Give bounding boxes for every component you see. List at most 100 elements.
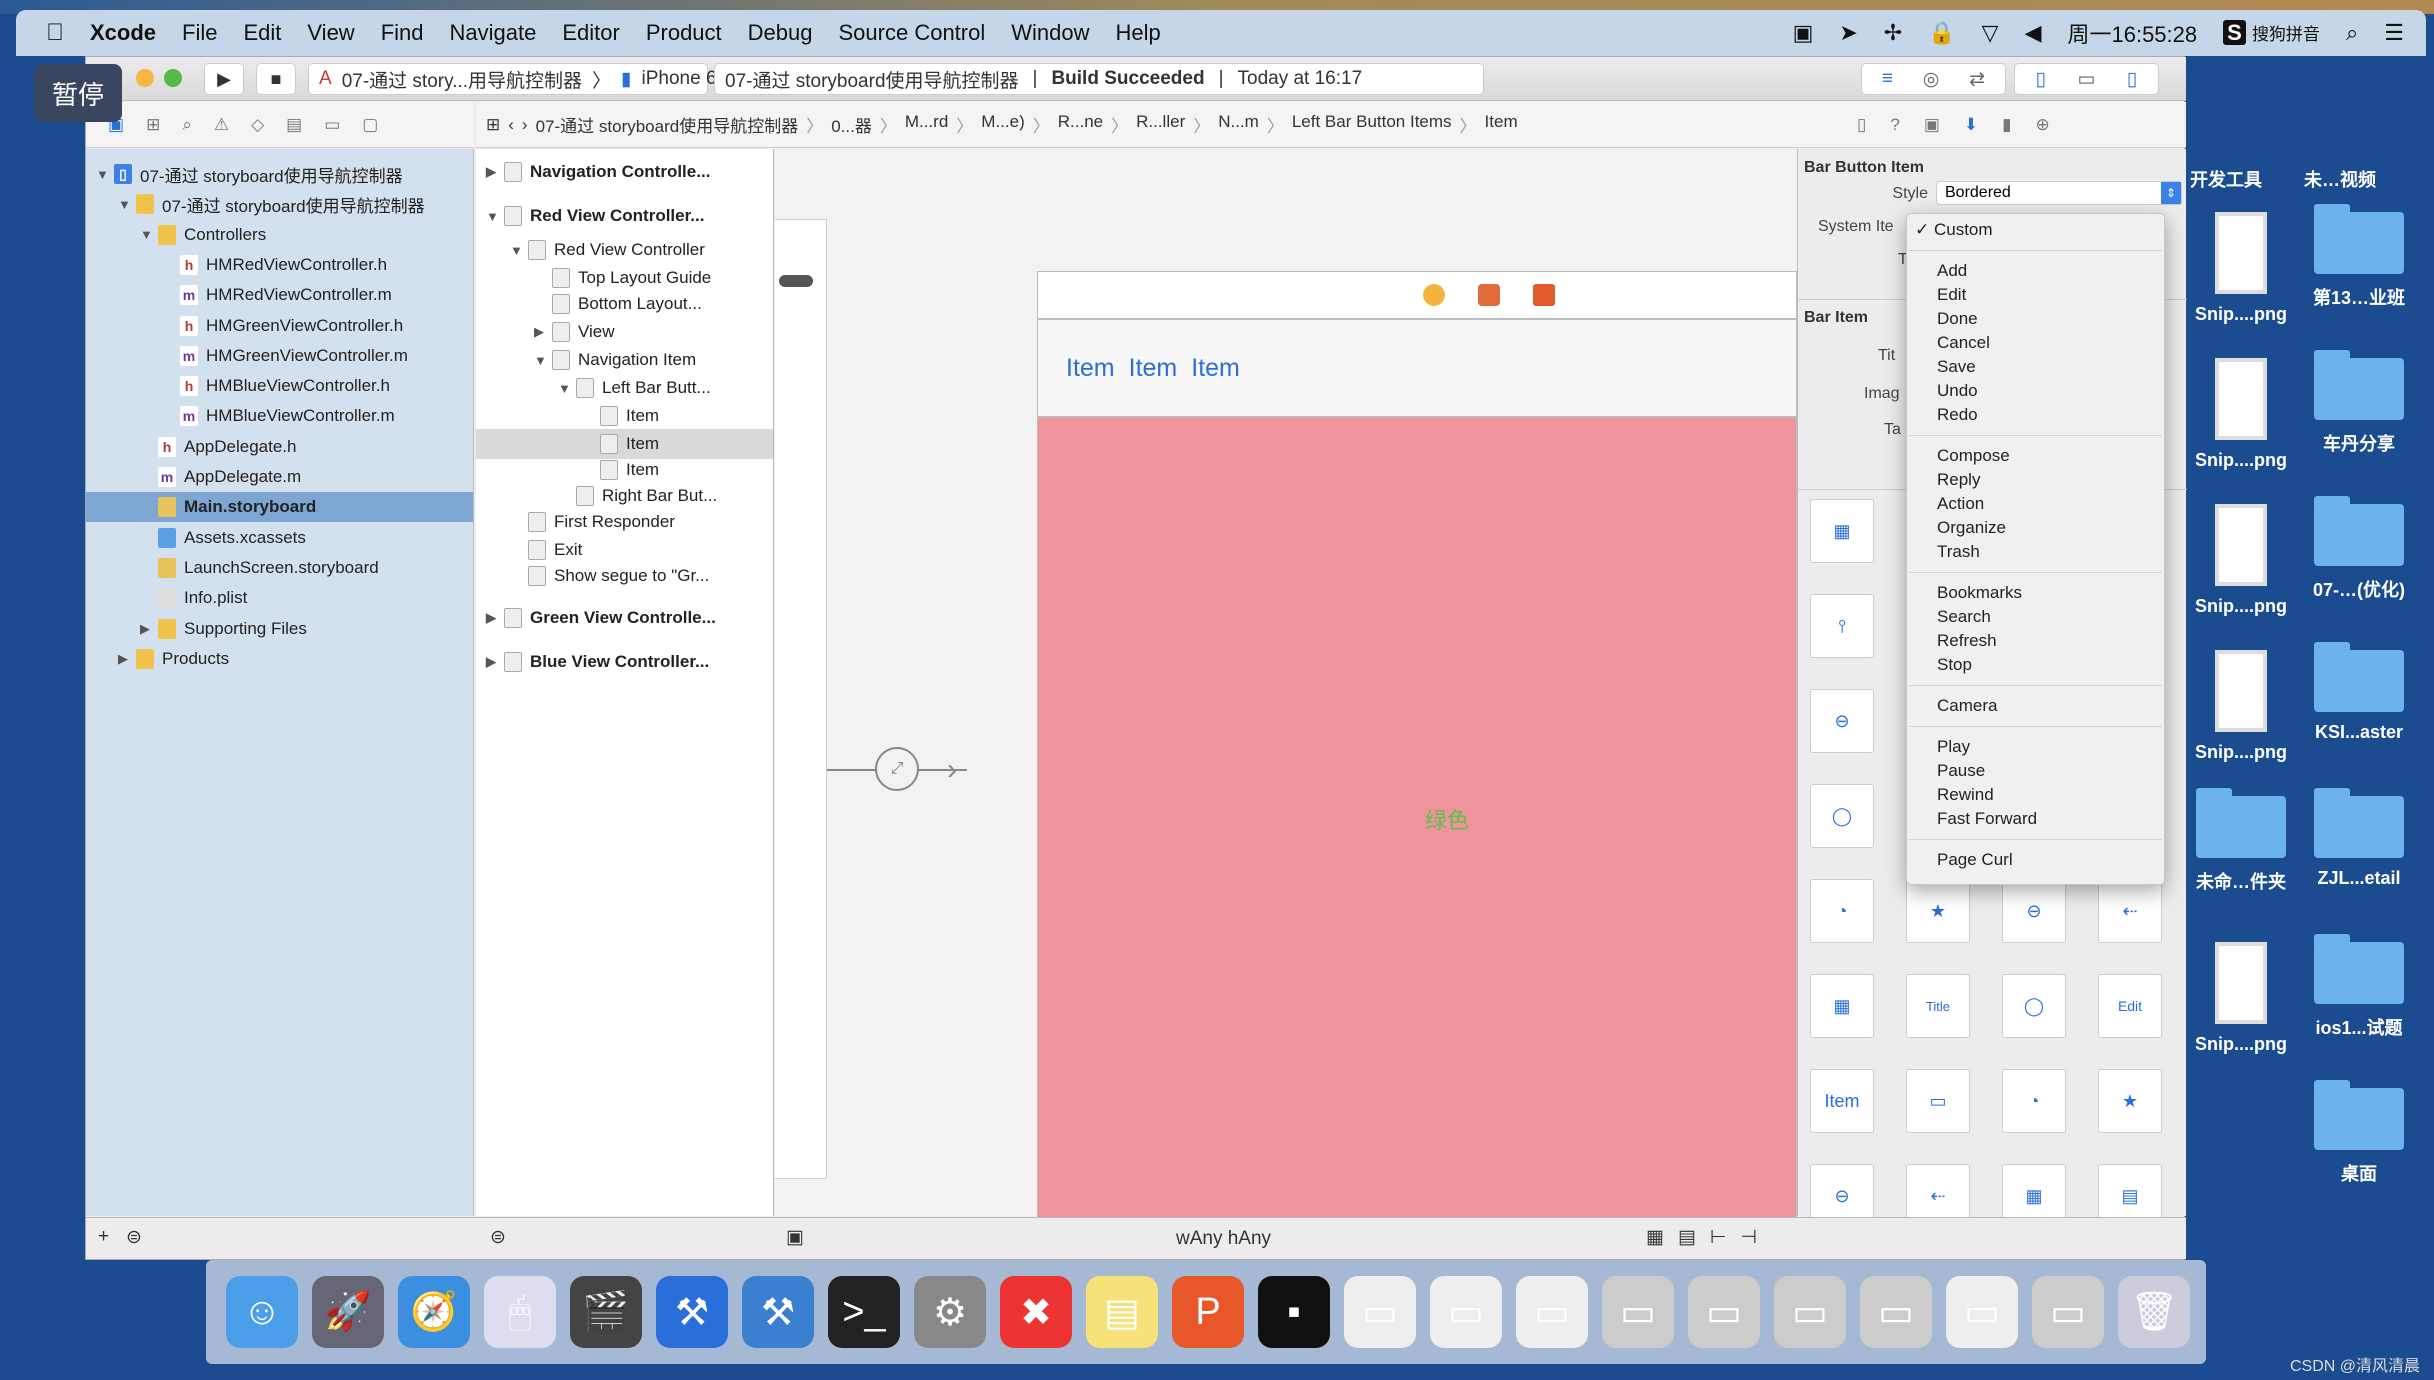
disclosure-open-icon[interactable]: ▼ (486, 209, 504, 224)
navigator-item[interactable]: m HMGreenViewController.m (86, 341, 473, 371)
menu-item-search[interactable]: Search (1907, 605, 2164, 629)
outline-item[interactable]: ▶ View (476, 317, 773, 347)
menu-item-play[interactable]: Play (1907, 735, 2164, 759)
doc4-dock-icon[interactable]: ▭ (1946, 1276, 2018, 1348)
menu-item-organize[interactable]: Organize (1907, 516, 2164, 540)
symbol-navigator-icon[interactable]: ⊞ (146, 115, 160, 135)
menu-item-pause[interactable]: Pause (1907, 759, 2164, 783)
wifi-icon[interactable]: ▽ (1982, 20, 1999, 46)
connections-inspector-icon[interactable]: ⊕ (2036, 115, 2050, 135)
toggle-utilities-icon[interactable]: ▯ (2127, 68, 2137, 91)
jump-bar-item[interactable]: 0...器 (831, 112, 872, 137)
camera-icon[interactable]: ▣ (1793, 20, 1814, 46)
doc3-dock-icon[interactable]: ▭ (1516, 1276, 1588, 1348)
add-file-button[interactable]: + (98, 1226, 109, 1248)
desktop-tag-label[interactable]: 未…视频 (2304, 166, 2376, 192)
trash-dock-icon[interactable]: 🗑 (2118, 1276, 2190, 1348)
bar-button-item[interactable]: Item (1191, 354, 1240, 383)
size-class-control[interactable]: wAny hAny (1176, 1228, 1271, 1250)
ime-indicator[interactable]: S 搜狗拼音 (2223, 20, 2320, 46)
outline-filter-icon[interactable]: ⊜ (490, 1226, 506, 1249)
xmind-dock-icon[interactable]: ✖ (1000, 1276, 1072, 1348)
outline-item[interactable]: ▼ Red View Controller... (476, 201, 773, 231)
menu-debug[interactable]: Debug (748, 20, 813, 46)
menu-item-undo[interactable]: Undo (1907, 379, 2164, 403)
menu-item-done[interactable]: Done (1907, 307, 2164, 331)
disclosure-closed-icon[interactable]: ▶ (534, 324, 552, 340)
disclosure-closed-icon[interactable]: ▶ (486, 164, 504, 180)
doc2-dock-icon[interactable]: ▭ (1430, 1276, 1502, 1348)
desktop-icon[interactable]: 车丹分享 (2304, 350, 2414, 456)
file-inspector-icon[interactable]: ▯ (1857, 115, 1866, 135)
jump-bar-item[interactable]: 07-通过 storyboard使用导航控制器 (536, 112, 799, 137)
disclosure-open-icon[interactable]: ▼ (140, 227, 158, 242)
desktop-icon[interactable]: 未命…件夹 (2186, 788, 2296, 894)
desktop-icon[interactable]: Snip....png (2186, 504, 2296, 617)
navigator-item[interactable]: ▶ Supporting Files (86, 614, 473, 644)
help-inspector-icon[interactable]: ? (1890, 115, 1899, 135)
navigator-item[interactable]: Info.plist (86, 583, 473, 613)
autolayout-controls[interactable]: ▦▤⊢⊣ (1646, 1226, 1771, 1249)
toggle-navigator-icon[interactable]: ▯ (2036, 68, 2046, 91)
menu-app[interactable]: Xcode (90, 20, 156, 46)
zoom-button[interactable] (164, 69, 182, 87)
disclosure-open-icon[interactable]: ▼ (510, 243, 528, 258)
navigator-item[interactable]: ▼ ▯ 07-通过 storyboard使用导航控制器 (86, 159, 473, 189)
clock[interactable]: 周一16:55:28 (2067, 17, 2197, 49)
menu-item-page-curl[interactable]: Page Curl (1907, 848, 2164, 872)
assistant-editor-icon[interactable]: ◎ (1923, 68, 1940, 91)
outline-item[interactable]: ▼ Left Bar Butt... (476, 373, 773, 403)
jump-bar-item[interactable]: Item (1485, 112, 1518, 137)
screen4-dock-icon[interactable]: ▭ (1860, 1276, 1932, 1348)
navigator-item[interactable]: Main.storyboard (86, 492, 473, 523)
menu-edit[interactable]: Edit (243, 20, 281, 46)
menu-editor[interactable]: Editor (562, 20, 619, 46)
menu-find[interactable]: Find (381, 20, 424, 46)
forward-button[interactable]: › (522, 115, 528, 135)
library-object[interactable]: ⇠ (2098, 879, 2162, 943)
toggle-outline-icon[interactable]: ▣ (786, 1226, 804, 1249)
first-responder-icon[interactable] (1478, 284, 1500, 306)
bar-button-item[interactable]: Item (1129, 354, 1178, 383)
menu-item-refresh[interactable]: Refresh (1907, 629, 2164, 653)
attributes-inspector-icon[interactable]: ⬇ (1964, 115, 1978, 135)
menu-item-save[interactable]: Save (1907, 355, 2164, 379)
library-object[interactable]: ★ (2098, 1069, 2162, 1133)
desktop-icon[interactable]: ZJL...etail (2304, 788, 2414, 889)
menu-product[interactable]: Product (646, 20, 722, 46)
navigator-item[interactable]: ▶ Products (86, 644, 473, 674)
mouse-dock-icon[interactable]: 🖱 (484, 1276, 556, 1348)
desktop-icon[interactable]: Snip....png (2186, 358, 2296, 471)
library-object[interactable]: ▦ (1810, 499, 1874, 563)
library-object[interactable]: Item (1810, 1069, 1874, 1133)
disclosure-open-icon[interactable]: ▼ (558, 381, 576, 396)
identity-inspector-icon[interactable]: ▣ (1924, 115, 1940, 135)
find-navigator-icon[interactable]: ⌕ (182, 115, 192, 135)
menu-item-custom[interactable]: ✓ Custom (1907, 218, 2164, 242)
doc1-dock-icon[interactable]: ▭ (1344, 1276, 1416, 1348)
system-preferences-dock-icon[interactable]: ⚙ (914, 1276, 986, 1348)
menu-source-control[interactable]: Source Control (839, 20, 986, 46)
library-object[interactable]: Edit (2098, 974, 2162, 1038)
menu-item-fast-forward[interactable]: Fast Forward (1907, 807, 2164, 831)
photo-booth-dock-icon[interactable]: 🎬 (570, 1276, 642, 1348)
menu-item-reply[interactable]: Reply (1907, 468, 2164, 492)
style-select[interactable]: Bordered ⇕ (1936, 181, 2182, 205)
menu-file[interactable]: File (182, 20, 217, 46)
outline-item[interactable]: Bottom Layout... (476, 289, 773, 319)
outline-item[interactable]: ▶ Green View Controlle... (476, 603, 773, 633)
stop-button[interactable]: ■ (256, 63, 296, 95)
finder-dock-icon[interactable]: ☺ (226, 1276, 298, 1348)
navigator-item[interactable]: h AppDelegate.h (86, 432, 473, 462)
menu-item-trash[interactable]: Trash (1907, 540, 2164, 564)
library-object[interactable]: ◯ (1810, 784, 1874, 848)
navigator-item[interactable]: h HMRedViewController.h (86, 250, 473, 280)
desktop-icon[interactable]: Snip....png (2186, 942, 2296, 1055)
menu-help[interactable]: Help (1116, 20, 1161, 46)
screen5-dock-icon[interactable]: ▭ (2032, 1276, 2104, 1348)
bar-button-item[interactable]: Item (1066, 354, 1115, 383)
navigator-item[interactable]: ▼ Controllers (86, 220, 473, 250)
jump-bar-item[interactable]: R...ller (1136, 112, 1185, 137)
outline-item[interactable]: First Responder (476, 507, 773, 537)
breakpoint-navigator-icon[interactable]: ▭ (324, 115, 340, 135)
